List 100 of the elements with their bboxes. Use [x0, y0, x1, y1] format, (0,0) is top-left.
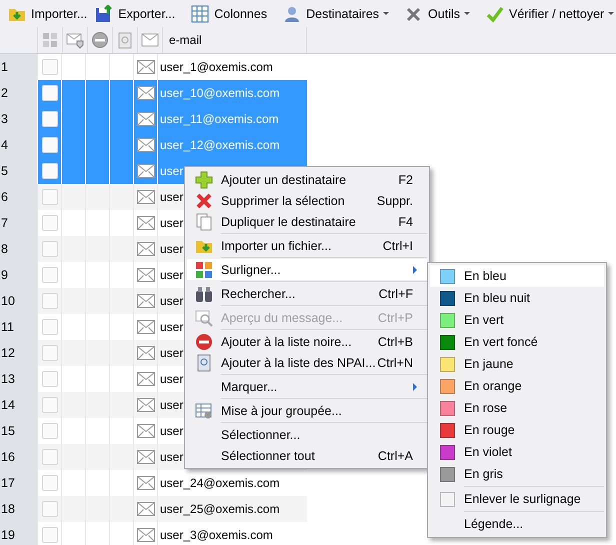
checkbox[interactable] [42, 111, 58, 127]
menu-item[interactable]: Surligner... [187, 259, 427, 280]
menu-item[interactable]: Dupliquer le destinataire F4 [187, 211, 427, 232]
checkmark-icon [486, 4, 504, 22]
menu-item[interactable]: Marquer... [187, 376, 427, 397]
checkbox[interactable] [42, 371, 58, 387]
envelope-icon [136, 216, 154, 230]
checkbox[interactable] [42, 423, 58, 439]
menu-item[interactable]: En jaune [430, 353, 604, 375]
table-row[interactable]: 18 user_25@oxemis.com [0, 496, 307, 522]
checkbox[interactable] [42, 189, 58, 205]
envelope-icon [136, 450, 154, 464]
email-cell: user [160, 216, 184, 230]
email-cell: user_10@oxemis.com [160, 86, 280, 100]
checkbox[interactable] [42, 267, 58, 283]
envelope-icon[interactable] [141, 31, 159, 49]
checkbox[interactable] [42, 59, 58, 75]
email-cell: user [160, 190, 184, 204]
table-icon [195, 402, 213, 420]
row-number: 16 [0, 444, 37, 470]
checkbox[interactable] [42, 241, 58, 257]
squares-icon [195, 260, 213, 278]
floppy-icon [95, 4, 114, 22]
checkbox[interactable] [42, 345, 58, 361]
menu-item[interactable]: Sélectionner... [187, 424, 427, 445]
envelope-icon [136, 476, 154, 490]
checkbox[interactable] [42, 85, 58, 101]
email-cell: user_24@oxemis.com [160, 476, 280, 490]
menu-item[interactable]: Légende... [430, 513, 604, 535]
table-row[interactable]: 17 user_24@oxemis.com [0, 470, 307, 496]
table-row[interactable]: 2 user_10@oxemis.com [0, 80, 307, 106]
toolbar-button[interactable]: Colonnes [187, 0, 272, 26]
menu-item[interactable]: En rose [430, 397, 604, 419]
row-number: 5 [0, 158, 37, 184]
menu-item[interactable]: Supprimer la sélection Suppr. [187, 190, 427, 211]
checkbox[interactable] [42, 137, 58, 153]
menu-item[interactable]: Ajouter à la liste des NPAI...Ctrl+N [187, 352, 427, 373]
table-row[interactable]: 4 user_12@oxemis.com [0, 132, 307, 158]
menu-item[interactable]: En bleu nuit [430, 287, 604, 309]
binoculars-icon [195, 284, 213, 302]
menu-item[interactable]: En gris [430, 463, 604, 485]
checkbox[interactable] [42, 527, 58, 543]
row-number: 10 [0, 288, 37, 314]
grid-icon [191, 4, 210, 22]
checkbox[interactable] [42, 163, 58, 179]
document-icon [195, 212, 213, 230]
envelope-icon [136, 528, 154, 542]
row-number: 9 [0, 262, 37, 288]
checkbox[interactable] [42, 449, 58, 465]
menu-item[interactable]: Importer un fichier... Ctrl+I [187, 235, 427, 256]
menu-item[interactable]: En bleu [430, 265, 604, 287]
row-number: 8 [0, 236, 37, 262]
menu-item[interactable]: Mise à jour groupée... [187, 400, 427, 421]
menu-item[interactable]: En violet [430, 441, 604, 463]
email-cell: user [160, 424, 184, 438]
envelope-icon [136, 346, 154, 360]
envelope-icon [136, 60, 154, 74]
person-icon [283, 4, 302, 22]
row-number: 18 [0, 496, 37, 522]
checkbox[interactable] [42, 397, 58, 413]
menu-item[interactable]: En vert foncé [430, 331, 604, 353]
envelope-icon [136, 372, 154, 386]
table-row[interactable]: 19 user_3@oxemis.com [0, 522, 307, 545]
envelope-shield-icon[interactable] [66, 31, 84, 49]
squares-icon[interactable] [41, 31, 59, 49]
toolbar-button[interactable]: Vérifier / nettoyer [482, 0, 616, 26]
checkbox[interactable] [42, 319, 58, 335]
toolbar-button[interactable]: Outils [401, 0, 474, 26]
cross-icon [195, 192, 213, 210]
email-cell: user_1@oxemis.com [160, 60, 273, 74]
row-number: 14 [0, 392, 37, 418]
menu-item[interactable]: Ajouter à la liste noire... Ctrl+B [187, 331, 427, 352]
menu-item[interactable]: Enlever le surlignage [430, 488, 604, 510]
envelope-icon [136, 398, 154, 412]
checkbox[interactable] [42, 215, 58, 231]
email-cell: user [160, 294, 184, 308]
column-header[interactable]: e-mail [169, 33, 202, 47]
menu-item[interactable]: En rouge [430, 419, 604, 441]
email-cell: user_11@oxemis.com [160, 112, 279, 126]
row-number: 4 [0, 132, 37, 158]
toolbar-button[interactable]: Destinataires [279, 0, 394, 26]
table-row[interactable]: 3 user_11@oxemis.com [0, 106, 307, 132]
row-number: 2 [0, 80, 37, 106]
toolbar-button[interactable]: Importer... [4, 0, 92, 26]
menu-item[interactable]: En orange [430, 375, 604, 397]
toolbar-button[interactable]: Exporter... [91, 0, 180, 26]
menu-item[interactable]: En vert [430, 309, 604, 331]
envelope-icon [136, 138, 154, 152]
checkbox[interactable] [42, 475, 58, 491]
minus-circle-icon[interactable] [91, 31, 109, 49]
menu-item[interactable]: Rechercher... Ctrl+F [187, 283, 427, 304]
row-number: 15 [0, 418, 37, 444]
envelope-icon [136, 268, 154, 282]
checkbox[interactable] [42, 293, 58, 309]
checkbox[interactable] [42, 501, 58, 517]
envelope-icon [136, 502, 154, 516]
email-cell: user_3@oxemis.com [160, 528, 273, 542]
email-cell: user [160, 450, 184, 464]
table-row[interactable]: 1 user_1@oxemis.com [0, 54, 307, 80]
row-number: 19 [0, 522, 37, 545]
